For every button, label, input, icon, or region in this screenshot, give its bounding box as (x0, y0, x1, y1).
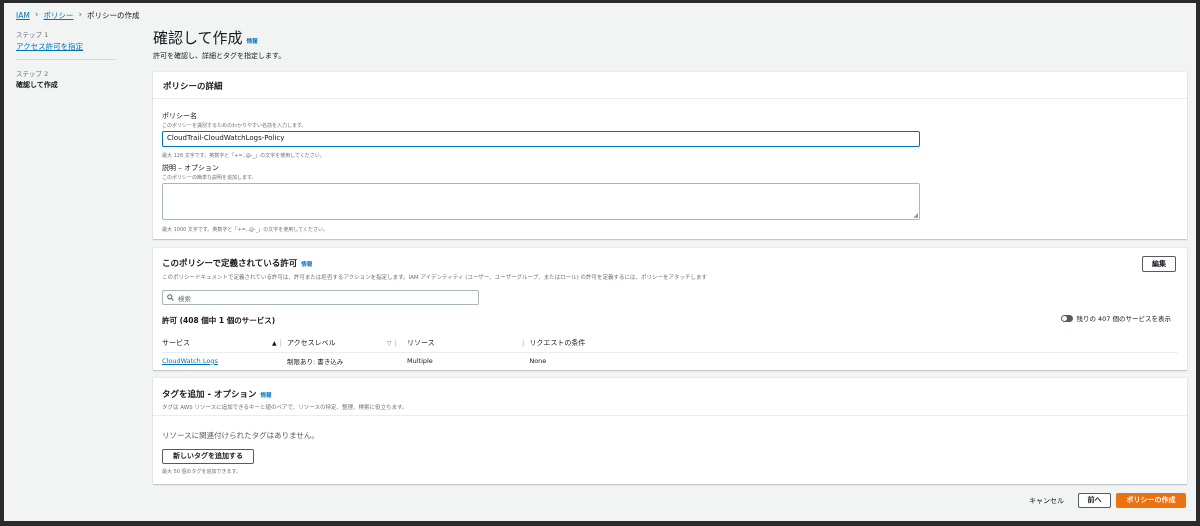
step-2-label: 確認して作成 (16, 81, 58, 89)
description-label: 説明 – オプション (162, 164, 219, 172)
main-content: 確認して作成 情報 許可を確認し、詳細とタグを指定します。 (153, 27, 1187, 61)
description-field: 説明 – オプション このポリシーの簡単な説明を追加します。 (162, 163, 257, 181)
column-header-service[interactable]: サービス (162, 335, 272, 353)
show-remaining-toggle[interactable]: 残りの 407 個のサービスを表示 (1061, 313, 1171, 323)
step-2-number: ステップ 2 (16, 70, 49, 78)
tags-empty-text: リソースに関連付けられたタグはありません。 (162, 431, 319, 440)
policy-name-hint: 最大 128 文字です。英数字と「+=,.@-_」の文字を使用してください。 (162, 153, 325, 159)
search-input[interactable]: 検索 (162, 290, 479, 305)
service-link[interactable]: CloudWatch Logs (162, 357, 218, 365)
cancel-button[interactable]: キャンセル (1029, 496, 1064, 506)
policy-details-header: ポリシーの詳細 (153, 72, 1187, 99)
tags-description: タグは AWS リソースに追加できるキーと値のペアで、リソースの特定、整理、検索… (162, 405, 408, 411)
table-row: CloudWatch Logs 制限あり: 書き込み Multiple None (162, 352, 1178, 369)
tags-divider (153, 415, 1187, 416)
chevron-right-icon: › (34, 10, 39, 20)
permissions-count: 許可 (408 個中 1 個のサービス) (162, 316, 276, 325)
sort-ascending-icon[interactable]: ▲ | (272, 335, 287, 353)
column-header-access[interactable]: アクセスレベル (286, 335, 387, 353)
tags-panel: タグを追加 - オプション 情報 タグは AWS リソースに追加できるキーと値の… (153, 378, 1187, 484)
policy-details-heading: ポリシーの詳細 (163, 82, 223, 92)
access-level-cell: 制限あり: 書き込み (286, 357, 344, 366)
toggle-switch[interactable] (1061, 314, 1074, 322)
tags-hint: 最大 50 個のタグを追加できます。 (162, 469, 242, 475)
step-1-link[interactable]: アクセス許可を指定 (16, 41, 116, 52)
wizard-steps: ステップ 1 アクセス許可を指定 ステップ 2 確認して作成 (16, 29, 116, 90)
column-divider: | (518, 335, 530, 353)
resource-cell: Multiple (406, 356, 433, 365)
chevron-right-icon: › (78, 10, 83, 20)
page-title: 確認して作成 (153, 29, 243, 47)
breadcrumb-current: ポリシーの作成 (87, 10, 140, 20)
table-header-row: サービス ▲ | アクセスレベル ▽ | リソース | リクエストの条件 (162, 335, 1178, 353)
policy-name-label: ポリシー名 (162, 112, 197, 120)
toggle-label: 残りの 407 個のサービスを表示 (1076, 315, 1171, 323)
search-icon (167, 294, 174, 301)
condition-cell: None (529, 356, 547, 365)
step-divider (16, 59, 116, 60)
sort-descending-icon[interactable]: ▽ | (386, 335, 407, 353)
permissions-heading-row: このポリシーで定義されている許可 情報 (162, 257, 312, 269)
info-link[interactable]: 情報 (247, 37, 258, 45)
console-frame: IAM › ポリシー › ポリシーの作成 ステップ 1 アクセス許可を指定 ステ… (4, 3, 1196, 521)
tags-info-link[interactable]: 情報 (260, 391, 271, 399)
description-help: このポリシーの簡単な説明を追加します。 (162, 175, 257, 181)
permissions-table: サービス ▲ | アクセスレベル ▽ | リソース | リクエストの条件 Clo… (162, 335, 1178, 369)
service-cell: CloudWatch Logs (162, 352, 287, 369)
step-1-number: ステップ 1 (16, 31, 49, 39)
policy-name-value: CloudTrail-CloudWatchLogs-Policy (167, 134, 285, 142)
description-hint: 最大 1000 文字です。英数字と「+=,.@-_」の文字を使用してください。 (162, 227, 328, 233)
breadcrumb-iam[interactable]: IAM (16, 11, 30, 20)
search-placeholder: 検索 (178, 294, 191, 303)
resize-handle-icon[interactable]: ◢ (913, 212, 918, 219)
tags-heading-row: タグを追加 - オプション 情報 (162, 388, 271, 400)
page-title-row: 確認して作成 情報 (153, 27, 1187, 48)
page-subtitle: 許可を確認し、詳細とタグを指定します。 (153, 52, 286, 60)
breadcrumb: IAM › ポリシー › ポリシーの作成 (16, 9, 140, 21)
add-tag-button[interactable]: 新しいタグを追加する (162, 449, 254, 464)
permissions-description: このポリシードキュメントで定義されている許可は、許可または拒否するアクションを指… (162, 275, 707, 281)
edit-button[interactable]: 編集 (1142, 256, 1176, 272)
policy-name-input[interactable]: CloudTrail-CloudWatchLogs-Policy (162, 131, 920, 147)
create-policy-button[interactable]: ポリシーの作成 (1116, 493, 1186, 508)
policy-details-panel: ポリシーの詳細 ポリシー名 このポリシーを識別するためのわかりやすい名前を入力し… (153, 72, 1187, 239)
policy-name-field: ポリシー名 このポリシーを識別するためのわかりやすい名前を入力します。 (162, 111, 307, 129)
permissions-heading: このポリシーで定義されている許可 (162, 259, 298, 269)
column-header-condition[interactable]: リクエストの条件 (529, 335, 1178, 353)
policy-name-description: このポリシーを識別するためのわかりやすい名前を入力します。 (162, 123, 307, 129)
permissions-info-link[interactable]: 情報 (301, 260, 312, 268)
tags-heading: タグを追加 - オプション (162, 390, 257, 400)
description-textarea[interactable]: ◢ (162, 183, 920, 220)
breadcrumb-policies[interactable]: ポリシー (43, 10, 73, 21)
back-button[interactable]: 前へ (1078, 493, 1111, 508)
permissions-panel: このポリシーで定義されている許可 情報 このポリシードキュメントで定義されている… (153, 248, 1187, 370)
column-header-resource[interactable]: リソース (406, 335, 519, 353)
